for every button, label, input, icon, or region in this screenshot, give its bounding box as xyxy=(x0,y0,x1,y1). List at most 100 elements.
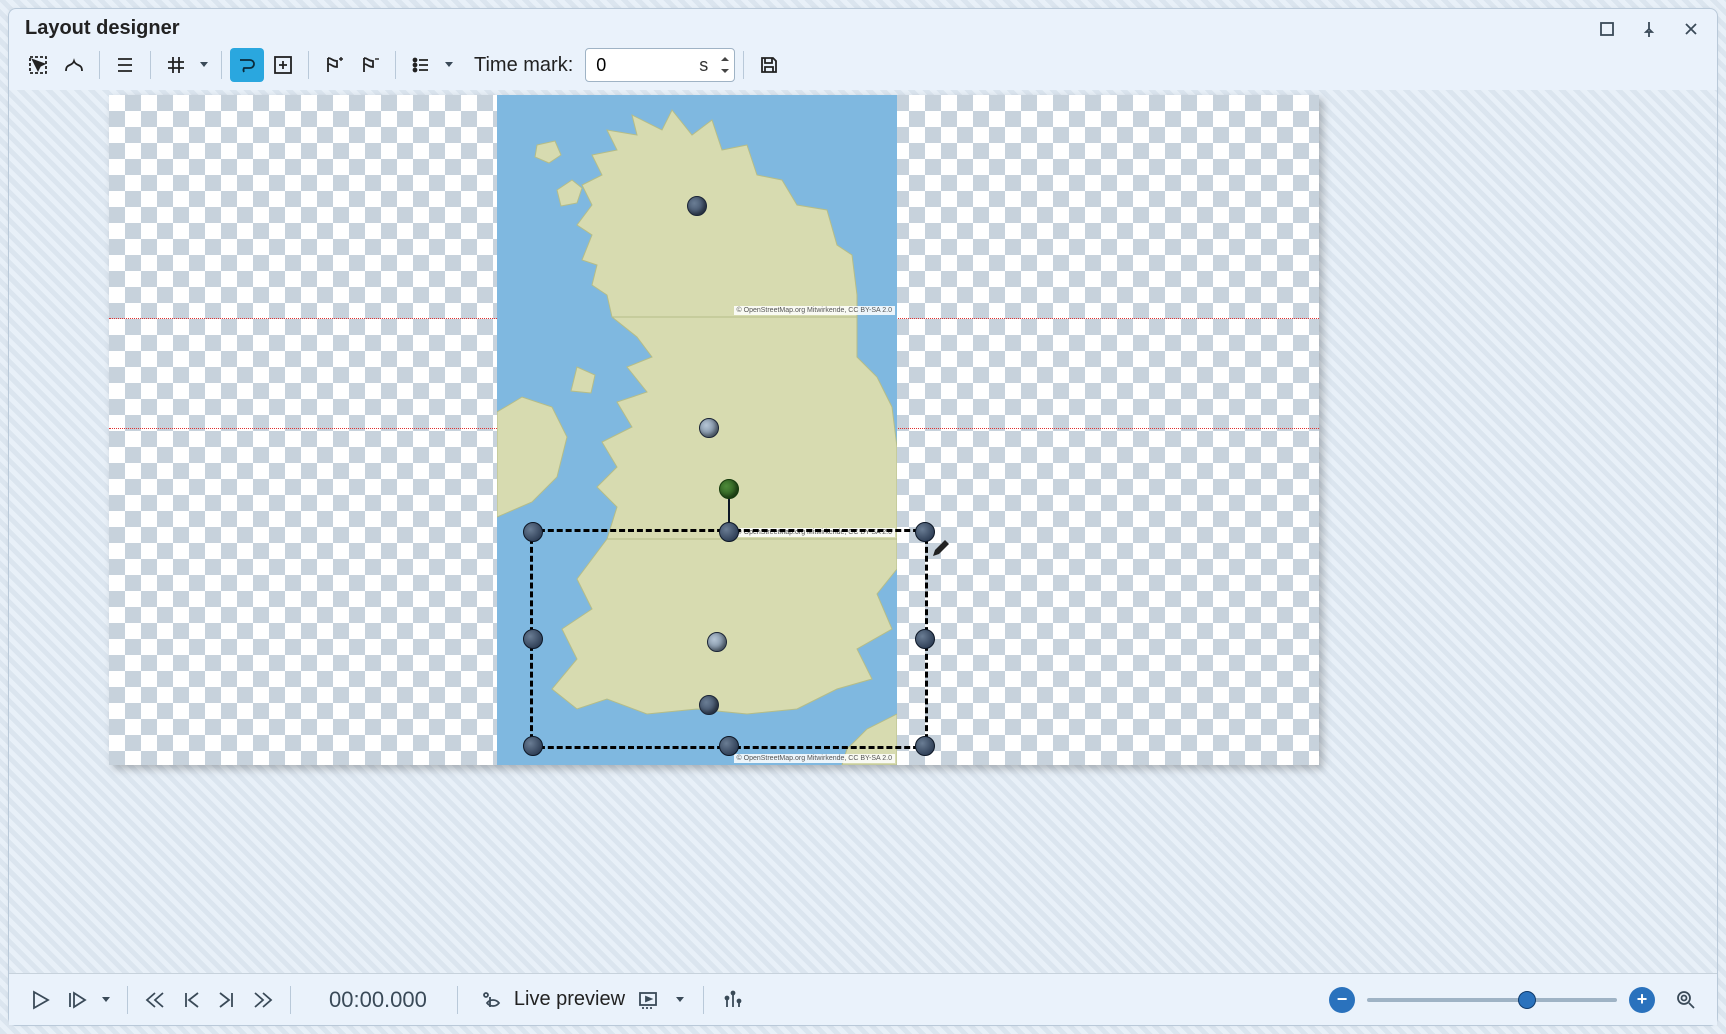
magnifier-icon xyxy=(1675,989,1697,1011)
window-controls xyxy=(1597,19,1701,39)
zoom-controls: − + xyxy=(1329,985,1701,1015)
chevron-down-icon xyxy=(100,994,112,1006)
grid-tool[interactable] xyxy=(159,48,193,82)
rewind-button[interactable] xyxy=(140,985,170,1015)
list-icon xyxy=(410,54,432,76)
curve-tool[interactable] xyxy=(57,48,91,82)
play-icon xyxy=(29,989,51,1011)
separator xyxy=(703,986,704,1014)
separator xyxy=(221,51,222,79)
grid-dropdown[interactable] xyxy=(195,59,213,71)
canvas-viewport[interactable]: © OpenStreetMap.org Mitwirkende, CC BY-S… xyxy=(9,90,1717,973)
cursor-rect-icon xyxy=(27,54,49,76)
time-mark-label: Time mark: xyxy=(474,54,573,77)
fast-fwd-icon xyxy=(252,989,274,1011)
path-tool[interactable] xyxy=(230,48,264,82)
step-fwd-button[interactable] xyxy=(212,985,242,1015)
keyframe-add-icon xyxy=(323,54,345,76)
maximize-icon xyxy=(1598,20,1616,38)
zoom-slider[interactable] xyxy=(1367,998,1617,1002)
close-icon xyxy=(1682,20,1700,38)
list-dropdown[interactable] xyxy=(440,59,458,71)
equalizer-button[interactable] xyxy=(718,985,748,1015)
resize-handle-se[interactable] xyxy=(915,736,935,756)
separator xyxy=(457,986,458,1014)
eye-marker-icon xyxy=(480,989,502,1011)
edit-handle[interactable] xyxy=(931,538,951,558)
time-mark-unit: s xyxy=(699,55,714,76)
chevron-down-icon xyxy=(443,59,455,71)
focus-tool[interactable] xyxy=(266,48,300,82)
chevron-down-icon xyxy=(198,59,210,71)
resize-handle-sw[interactable] xyxy=(523,736,543,756)
pencil-icon xyxy=(931,538,951,558)
maximize-button[interactable] xyxy=(1597,19,1617,39)
window-title: Layout designer xyxy=(25,17,179,40)
preview-dropdown[interactable] xyxy=(671,994,689,1006)
pin-icon xyxy=(1640,20,1658,38)
save-icon xyxy=(758,54,780,76)
rewind-icon xyxy=(144,989,166,1011)
resize-handle-n[interactable] xyxy=(719,522,739,542)
separator xyxy=(99,51,100,79)
chevron-down-icon xyxy=(674,994,686,1006)
curve-icon xyxy=(63,54,85,76)
resize-handle-e[interactable] xyxy=(915,629,935,649)
align-icon xyxy=(114,54,136,76)
edit-handle[interactable] xyxy=(895,101,897,121)
separator xyxy=(127,986,128,1014)
time-mark-field[interactable]: s xyxy=(585,48,735,82)
focus-icon xyxy=(272,54,294,76)
chevron-down-icon xyxy=(720,67,730,75)
separator xyxy=(150,51,151,79)
anchor-point[interactable] xyxy=(699,418,719,438)
zoom-fit-button[interactable] xyxy=(1671,985,1701,1015)
chevron-up-icon xyxy=(720,55,730,63)
separator xyxy=(395,51,396,79)
map-tile-svg xyxy=(497,317,897,539)
time-mark-input[interactable] xyxy=(594,54,664,77)
keyframe-add-tool[interactable] xyxy=(317,48,351,82)
select-tool[interactable] xyxy=(21,48,55,82)
app-frame: Layout designer xyxy=(0,0,1726,1034)
anchor-point-active[interactable] xyxy=(719,479,739,499)
keyframe-remove-tool[interactable] xyxy=(353,48,387,82)
play-dropdown[interactable] xyxy=(97,994,115,1006)
resize-handle-nw[interactable] xyxy=(523,522,543,542)
save-button[interactable] xyxy=(752,48,786,82)
time-mark-spin-up[interactable] xyxy=(718,53,732,65)
anchor-point[interactable] xyxy=(687,196,707,216)
map-tile[interactable]: © OpenStreetMap.org Mitwirkende, CC BY-S… xyxy=(497,317,897,539)
play-button[interactable] xyxy=(25,985,55,1015)
canvas[interactable]: © OpenStreetMap.org Mitwirkende, CC BY-S… xyxy=(109,95,1319,765)
map-attribution: © OpenStreetMap.org Mitwirkende, CC BY-S… xyxy=(734,754,895,763)
preview-window-icon xyxy=(637,989,659,1011)
zoom-in-button[interactable]: + xyxy=(1629,987,1655,1013)
preview-toggle[interactable] xyxy=(476,985,506,1015)
preview-group: Live preview xyxy=(476,985,748,1015)
fast-fwd-button[interactable] xyxy=(248,985,278,1015)
step-back-button[interactable] xyxy=(176,985,206,1015)
step-back-icon xyxy=(180,989,202,1011)
play-from-button[interactable] xyxy=(61,985,91,1015)
pencil-icon xyxy=(895,101,897,121)
toolbar: Time mark: s xyxy=(9,44,1717,90)
list-tool[interactable] xyxy=(404,48,438,82)
window: Layout designer xyxy=(8,8,1718,1026)
preview-window-button[interactable] xyxy=(633,985,663,1015)
titlebar: Layout designer xyxy=(9,9,1717,44)
align-tool[interactable] xyxy=(108,48,142,82)
close-button[interactable] xyxy=(1681,19,1701,39)
play-from-icon xyxy=(65,989,87,1011)
path-icon xyxy=(236,54,258,76)
keyframe-remove-icon xyxy=(359,54,381,76)
resize-handle-w[interactable] xyxy=(523,629,543,649)
time-mark-spin-down[interactable] xyxy=(718,65,732,77)
separator xyxy=(743,51,744,79)
zoom-out-button[interactable]: − xyxy=(1329,987,1355,1013)
map-attribution: © OpenStreetMap.org Mitwirkende, CC BY-S… xyxy=(734,306,895,315)
selection-rect[interactable] xyxy=(530,529,928,749)
pin-button[interactable] xyxy=(1639,19,1659,39)
step-fwd-icon xyxy=(216,989,238,1011)
resize-handle-s[interactable] xyxy=(719,736,739,756)
